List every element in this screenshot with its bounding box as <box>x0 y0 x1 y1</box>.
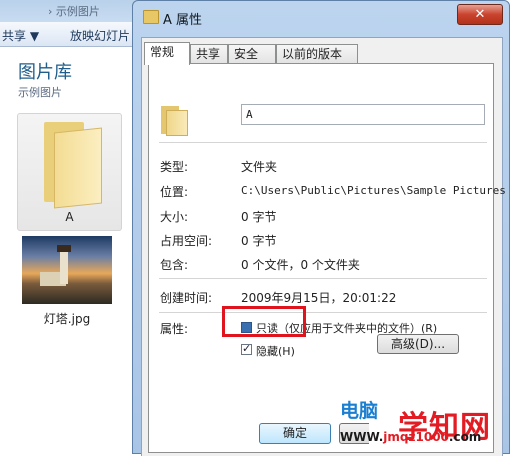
size-on-disk-label: 占用空间: <box>160 234 213 248</box>
size-value: 0 字节 <box>241 210 277 224</box>
tab-previous-versions[interactable]: 以前的版本 <box>276 44 358 63</box>
explorer-window: › 示例图片 共享 ▼ 放映幻灯片 图片库 示例图片 A 灯塔.jpg <box>0 0 141 454</box>
explorer-toolbar: 共享 ▼ 放映幻灯片 <box>0 22 140 47</box>
close-button[interactable]: ✕ <box>457 4 503 25</box>
library-subtitle: 示例图片 <box>18 86 62 99</box>
folder-icon <box>143 10 159 24</box>
library-title: 图片库 <box>18 62 72 83</box>
location-value: C:\Users\Public\Pictures\Sample Pictures <box>241 184 506 197</box>
folder-icon <box>161 106 188 136</box>
folder-item-a[interactable]: A <box>17 113 122 231</box>
tab-security[interactable]: 安全 <box>228 44 276 63</box>
explorer-address-bar[interactable]: › 示例图片 <box>0 0 140 22</box>
general-tab-page: A 类型: 文件夹 位置: C:\Users\Public\Pictures\S… <box>148 63 506 453</box>
share-menu-button[interactable]: 共享 ▼ <box>2 27 39 44</box>
divider <box>159 278 487 279</box>
attributes-label: 属性: <box>160 322 189 336</box>
hidden-label[interactable]: 隐藏(H) <box>256 343 295 359</box>
size-label: 大小: <box>160 210 189 224</box>
folder-item-label: A <box>65 210 74 224</box>
watermark-brand-blue: 电脑 <box>340 400 379 422</box>
dialog-titlebar[interactable]: A 属性 ✕ <box>133 1 509 35</box>
hidden-checkbox[interactable] <box>241 342 252 355</box>
advanced-button[interactable]: 高级(D)... <box>377 334 459 354</box>
slideshow-button[interactable]: 放映幻灯片 <box>70 27 130 44</box>
ok-button[interactable]: 确定 <box>259 423 331 444</box>
tab-sharing[interactable]: 共享 <box>190 44 228 63</box>
site-watermark: 电脑 学知网 WWW.jmqz1000.com <box>340 396 510 454</box>
divider <box>159 142 487 143</box>
lighthouse-thumbnail[interactable] <box>22 236 112 304</box>
image-item-label: 灯塔.jpg <box>43 312 91 326</box>
dialog-title: A 属性 <box>163 13 203 28</box>
contains-value: 0 个文件，0 个文件夹 <box>241 258 360 272</box>
divider <box>159 312 487 313</box>
tab-general[interactable]: 常规 <box>144 42 190 65</box>
highlight-box <box>222 306 306 337</box>
size-on-disk-value: 0 字节 <box>241 234 277 248</box>
properties-dialog: A 属性 ✕ 常规 共享 安全 以前的版本 A 类型: 文件夹 位置: C:\U… <box>132 0 510 456</box>
breadcrumb: › 示例图片 <box>48 5 100 18</box>
type-label: 类型: <box>160 160 189 174</box>
watermark-url: WWW.jmqz1000.com <box>340 430 482 444</box>
folder-icon <box>44 122 102 209</box>
contains-label: 包含: <box>160 258 189 272</box>
type-value: 文件夹 <box>241 160 278 174</box>
created-value: 2009年9月15日，20:01:22 <box>241 291 397 305</box>
folder-name-input[interactable]: A <box>241 104 485 125</box>
created-label: 创建时间: <box>160 291 213 305</box>
location-label: 位置: <box>160 185 189 199</box>
dialog-body: 常规 共享 安全 以前的版本 A 类型: 文件夹 位置: C:\Users\Pu… <box>141 37 506 456</box>
